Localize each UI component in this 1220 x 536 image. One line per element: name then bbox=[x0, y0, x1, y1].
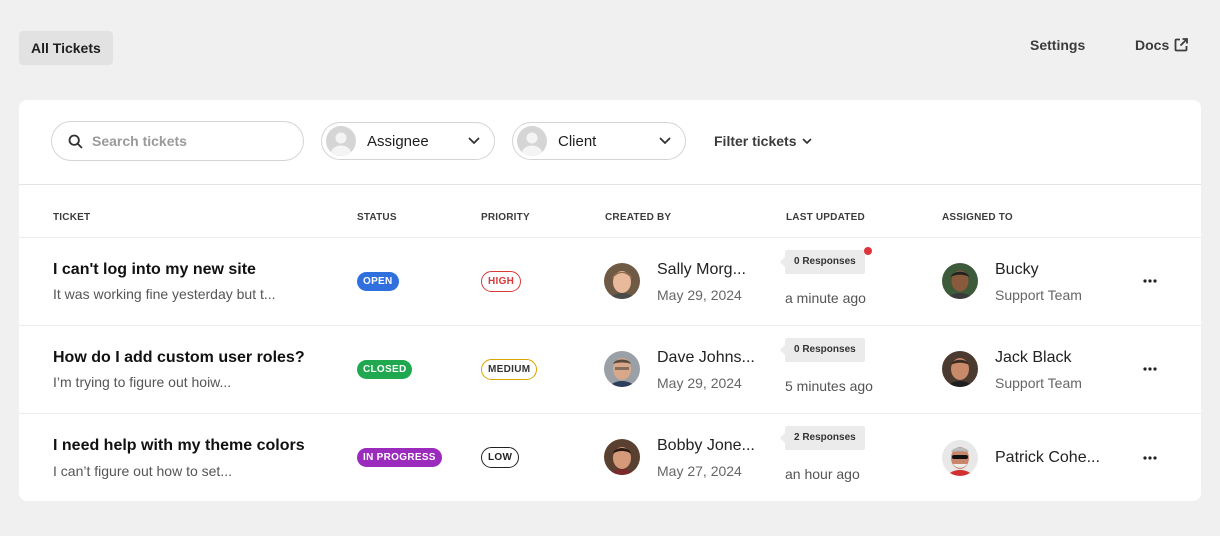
status-badge: CLOSED bbox=[357, 360, 413, 379]
search-icon bbox=[68, 134, 83, 149]
chevron-down-icon bbox=[468, 137, 480, 145]
avatar bbox=[604, 351, 640, 387]
assignee-name: Jack Black bbox=[995, 349, 1072, 366]
avatar bbox=[604, 439, 640, 475]
responses-badge[interactable]: 0 Responses bbox=[780, 338, 865, 362]
assignee-team: Support Team bbox=[995, 375, 1082, 391]
tab-all-tickets[interactable]: All Tickets bbox=[19, 31, 113, 65]
creator-name: Bobby Jone... bbox=[657, 437, 755, 454]
more-horizontal-icon[interactable] bbox=[1139, 273, 1161, 289]
responses-badge[interactable]: 2 Responses bbox=[780, 426, 865, 450]
client-dropdown[interactable]: Client bbox=[512, 122, 686, 160]
filter-tickets-button[interactable]: Filter tickets bbox=[714, 133, 812, 149]
filter-tickets-label: Filter tickets bbox=[714, 133, 797, 149]
settings-link[interactable]: Settings bbox=[1030, 36, 1085, 54]
external-link-icon bbox=[1173, 37, 1189, 53]
table-row[interactable]: How do I add custom user roles? I’m tryi… bbox=[19, 326, 1201, 414]
priority-badge: MEDIUM bbox=[481, 359, 538, 380]
avatar bbox=[604, 263, 640, 299]
tickets-card: Assignee Client Filter tickets TICKET ST… bbox=[19, 100, 1201, 501]
table-row[interactable]: I need help with my theme colors I can’t… bbox=[19, 414, 1201, 501]
header-created-by[interactable]: CREATED BY bbox=[605, 212, 671, 223]
created-date: May 29, 2024 bbox=[657, 375, 742, 391]
client-placeholder-avatar bbox=[517, 126, 547, 156]
ticket-excerpt: It was working fine yesterday but t... bbox=[53, 286, 276, 302]
priority-badge: HIGH bbox=[481, 271, 522, 292]
assignee-placeholder-avatar bbox=[326, 126, 356, 156]
ticket-excerpt: I’m trying to figure out hoiw... bbox=[53, 374, 232, 390]
avatar bbox=[942, 440, 978, 476]
assignee-team: Support Team bbox=[995, 287, 1082, 303]
chevron-down-icon bbox=[659, 137, 671, 145]
table-row[interactable]: I can't log into my new site It was work… bbox=[19, 238, 1201, 326]
ticket-title[interactable]: I can't log into my new site bbox=[53, 261, 256, 279]
responses-badge[interactable]: 0 Responses bbox=[780, 250, 865, 274]
ticket-title[interactable]: How do I add custom user roles? bbox=[53, 349, 305, 367]
table-header: TICKET STATUS PRIORITY CREATED BY LAST U… bbox=[19, 185, 1201, 238]
status-badge: IN PROGRESS bbox=[357, 448, 442, 467]
chevron-down-icon bbox=[802, 138, 812, 145]
more-horizontal-icon[interactable] bbox=[1139, 361, 1161, 377]
created-date: May 29, 2024 bbox=[657, 287, 742, 303]
header-priority[interactable]: PRIORITY bbox=[481, 212, 530, 223]
assignee-name: Bucky bbox=[995, 261, 1039, 278]
creator-name: Dave Johns... bbox=[657, 349, 755, 366]
top-bar: All Tickets Settings Docs bbox=[0, 0, 1220, 100]
last-updated: a minute ago bbox=[785, 290, 866, 306]
ticket-title[interactable]: I need help with my theme colors bbox=[53, 437, 305, 455]
avatar bbox=[942, 263, 978, 299]
creator-name: Sally Morg... bbox=[657, 261, 746, 278]
more-horizontal-icon[interactable] bbox=[1139, 450, 1161, 466]
search-input[interactable] bbox=[92, 133, 282, 149]
client-dropdown-label: Client bbox=[558, 132, 597, 150]
filter-bar: Assignee Client Filter tickets bbox=[19, 100, 1201, 185]
search-box[interactable] bbox=[51, 121, 304, 161]
notification-dot bbox=[864, 247, 872, 255]
last-updated: 5 minutes ago bbox=[785, 378, 873, 394]
created-date: May 27, 2024 bbox=[657, 463, 742, 479]
avatar bbox=[942, 351, 978, 387]
header-last-updated[interactable]: LAST UPDATED bbox=[786, 212, 865, 223]
docs-link[interactable]: Docs bbox=[1135, 36, 1189, 54]
assignee-name: Patrick Cohe... bbox=[995, 449, 1100, 466]
assignee-dropdown[interactable]: Assignee bbox=[321, 122, 495, 160]
header-ticket[interactable]: TICKET bbox=[53, 212, 90, 223]
header-assigned-to[interactable]: ASSIGNED TO bbox=[942, 212, 1013, 223]
settings-label: Settings bbox=[1030, 37, 1086, 53]
assignee-dropdown-label: Assignee bbox=[367, 132, 429, 150]
last-updated: an hour ago bbox=[785, 466, 860, 482]
header-status[interactable]: STATUS bbox=[357, 212, 397, 223]
status-badge: OPEN bbox=[357, 272, 399, 291]
docs-label: Docs bbox=[1135, 37, 1170, 53]
ticket-excerpt: I can’t figure out how to set... bbox=[53, 463, 232, 479]
priority-badge: LOW bbox=[481, 447, 520, 468]
